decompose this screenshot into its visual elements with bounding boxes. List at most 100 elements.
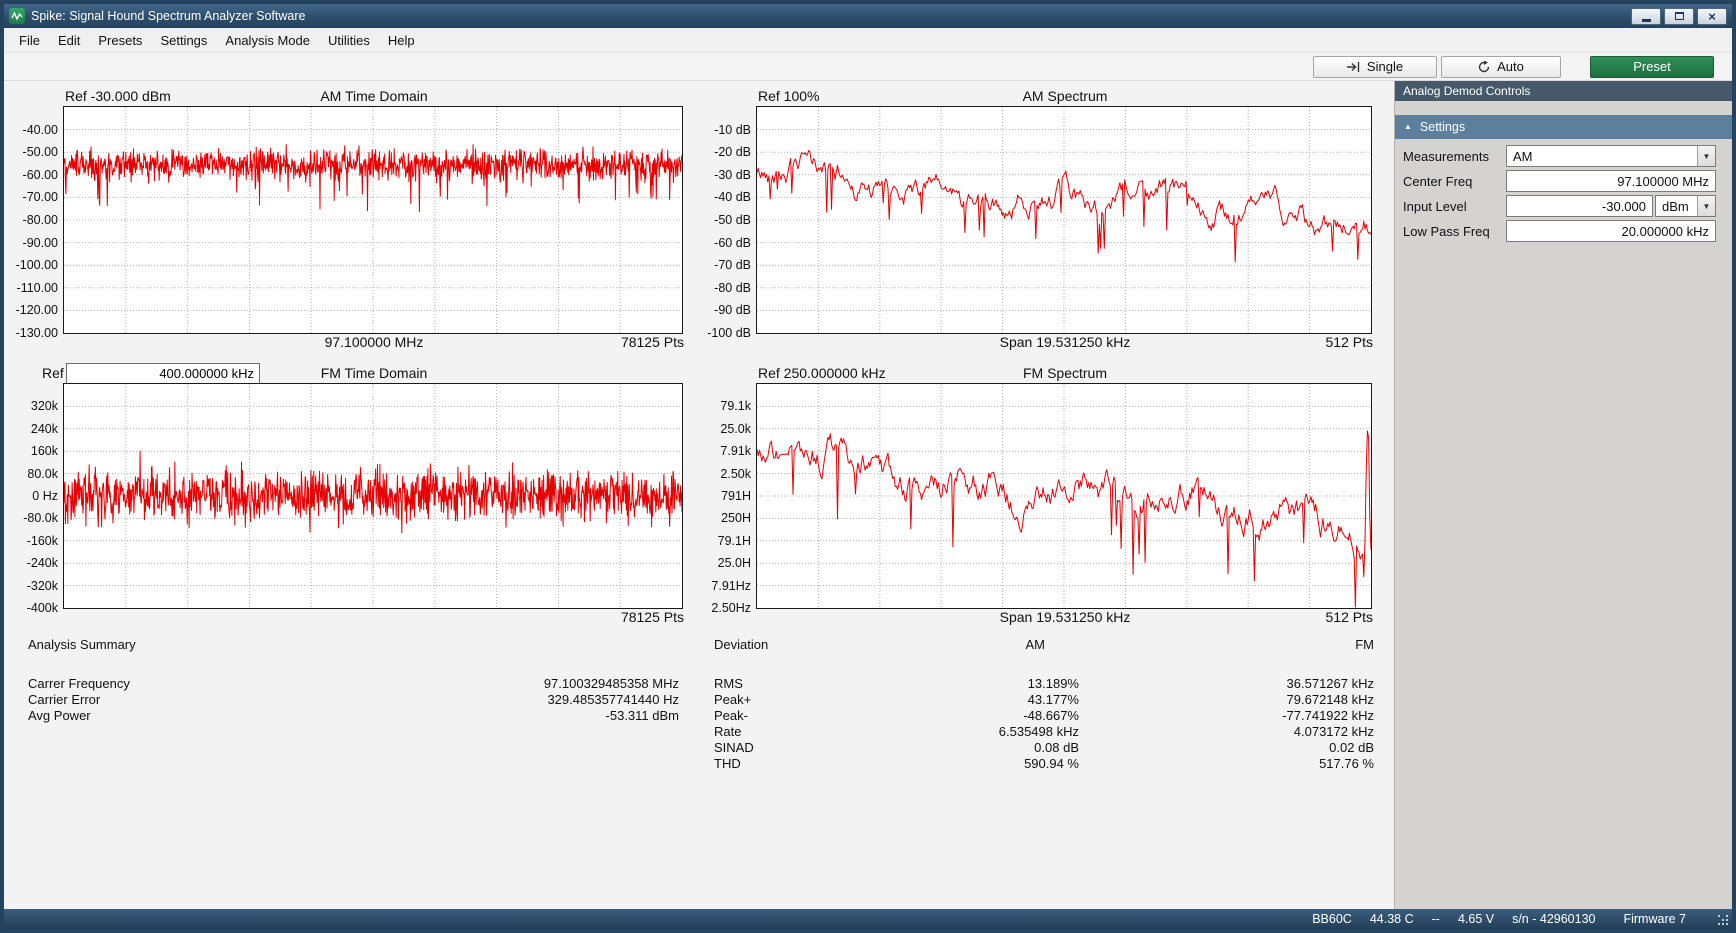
auto-sweep-icon [1478,61,1490,73]
menu-item-file[interactable]: File [10,29,49,52]
am-spectrum-chart: Ref 100% AM Spectrum -10 dB-20 dB-30 dB-… [700,88,1374,352]
am-time-ref-label: Ref -30.000 dBm [65,88,171,105]
deviation-table: Deviation AM FM RMS 13.189% 36.571267 kH… [714,637,1374,772]
y-tick-label: 79.1k [720,399,751,413]
fm-time-points-label: 78125 Pts [621,609,684,626]
close-button[interactable]: × [1697,8,1727,25]
am-time-points-label: 78125 Pts [621,334,684,351]
fm-time-y-axis: 320k240k160k80.0k0 Hz-80.0k-160k-240k-32… [7,383,63,609]
panel-header: Analog Demod Controls [1395,81,1732,101]
y-tick-label: 25.0k [720,422,751,436]
device-serial: s/n - 42960130 [1512,912,1595,926]
measurements-field: Measurements AM ▼ [1403,145,1716,167]
summary-row: Carrer Frequency 97.100329485358 MHz [28,676,679,692]
device-temperature: 44.38 C [1370,912,1414,926]
settings-section-header[interactable]: ▲ Settings [1395,115,1732,139]
menu-item-presets[interactable]: Presets [89,29,151,52]
toolbar: Single Auto Preset [4,53,1732,81]
auto-button-label: Auto [1497,59,1524,74]
y-tick-label: -40.00 [23,123,58,137]
input-level-input[interactable]: -30.000 [1506,195,1653,217]
carrier-frequency-label: Carrer Frequency [28,676,288,692]
y-tick-label: 320k [31,399,58,413]
fm-spectrum-plot[interactable] [756,383,1372,609]
fm-time-plot[interactable] [63,383,683,609]
single-button-label: Single [1367,59,1403,74]
menu-item-help[interactable]: Help [379,29,424,52]
fm-spectrum-chart: Ref 250.000000 kHz FM Spectrum 79.1k25.0… [700,365,1374,627]
low-pass-freq-value: 20.000000 kHz [1622,224,1709,239]
app-icon [9,8,25,24]
maximize-button[interactable] [1664,8,1694,25]
deviation-row-peak-plus: Peak+ 43.177% 79.672148 kHz [714,692,1374,708]
panel-header-label: Analog Demod Controls [1403,84,1530,98]
app-window: Spike: Signal Hound Spectrum Analyzer So… [0,0,1736,933]
plot-canvas [757,107,1371,333]
y-tick-label: -120.00 [16,303,58,317]
am-spectrum-title: AM Spectrum [756,88,1374,105]
y-tick-label: -160k [27,534,58,548]
center-freq-input[interactable]: 97.100000 MHz [1506,170,1716,192]
deviation-row-rms: RMS 13.189% 36.571267 kHz [714,676,1374,692]
y-tick-label: -80.0k [23,511,58,525]
separator: -- [1432,912,1440,926]
fm-spectrum-points-label: 512 Pts [1326,609,1373,626]
low-pass-freq-field: Low Pass Freq 20.000000 kHz [1403,220,1716,242]
collapse-triangle-icon: ▲ [1404,123,1412,131]
fm-time-ref-label: Ref [42,365,64,382]
summary-row: Avg Power -53.311 dBm [28,708,679,724]
y-tick-label: 240k [31,422,58,436]
am-spectrum-ref-label: Ref 100% [758,88,819,105]
ref-level-input[interactable] [66,363,260,384]
y-tick-label: -240k [27,556,58,570]
y-tick-label: -40 dB [714,190,751,204]
y-tick-label: -100.00 [16,258,58,272]
am-spectrum-plot[interactable] [756,106,1372,334]
fm-spectrum-ref-label: Ref 250.000000 kHz [758,365,886,382]
am-time-y-axis: -40.00-50.00-60.00-70.00-80.00-90.00-100… [7,106,63,334]
title-bar[interactable]: Spike: Signal Hound Spectrum Analyzer So… [4,4,1732,28]
single-button[interactable]: Single [1313,56,1437,78]
y-tick-label: 250H [721,511,751,525]
y-tick-label: 25.0H [718,556,751,570]
minimize-button[interactable] [1631,8,1661,25]
y-tick-label: -80 dB [714,281,751,295]
y-tick-label: 7.91k [720,444,751,458]
am-time-domain-chart: Ref -30.000 dBm AM Time Domain -40.00-50… [7,88,685,352]
settings-section-label: Settings [1420,120,1465,134]
input-level-unit-dropdown[interactable]: dBm ▼ [1655,195,1716,217]
am-spectrum-y-axis: -10 dB-20 dB-30 dB-40 dB-50 dB-60 dB-70 … [700,106,756,334]
minimize-icon [1642,19,1651,22]
auto-button[interactable]: Auto [1441,56,1561,78]
y-tick-label: -130.00 [16,326,58,340]
deviation-row-peak-minus: Peak- -48.667% -77.741922 kHz [714,708,1374,724]
low-pass-freq-input[interactable]: 20.000000 kHz [1506,220,1716,242]
y-tick-label: -60.00 [23,168,58,182]
menu-item-settings[interactable]: Settings [151,29,216,52]
carrier-error-label: Carrier Error [28,692,288,708]
menu-item-utilities[interactable]: Utilities [319,29,379,52]
y-tick-label: -320k [27,579,58,593]
carrier-frequency-value: 97.100329485358 MHz [288,676,679,692]
menu-bar: File Edit Presets Settings Analysis Mode… [4,28,1732,53]
y-tick-label: -60 dB [714,236,751,250]
menu-item-edit[interactable]: Edit [49,29,89,52]
y-tick-label: 791H [721,489,751,503]
analysis-summary-title: Analysis Summary [28,637,136,653]
am-time-plot[interactable] [63,106,683,334]
y-tick-label: 79.1H [718,534,751,548]
analysis-summary: Analysis Summary Carrer Frequency 97.100… [28,637,679,724]
input-level-field: Input Level -30.000 dBm ▼ [1403,195,1716,217]
chevron-down-icon: ▼ [1697,146,1715,166]
firmware-version: Firmware 7 [1623,912,1686,926]
summary-row: Carrier Error 329.485357741440 Hz [28,692,679,708]
menu-item-analysis-mode[interactable]: Analysis Mode [216,29,319,52]
plot-canvas [64,384,682,608]
measurements-dropdown[interactable]: AM ▼ [1506,145,1716,167]
preset-button[interactable]: Preset [1590,56,1714,78]
deviation-row-rate: Rate 6.535498 kHz 4.073172 kHz [714,724,1374,740]
resize-grip[interactable] [1717,914,1729,926]
center-freq-value: 97.100000 MHz [1617,174,1709,189]
measurements-label: Measurements [1403,149,1506,164]
deviation-title: Deviation [714,637,834,653]
